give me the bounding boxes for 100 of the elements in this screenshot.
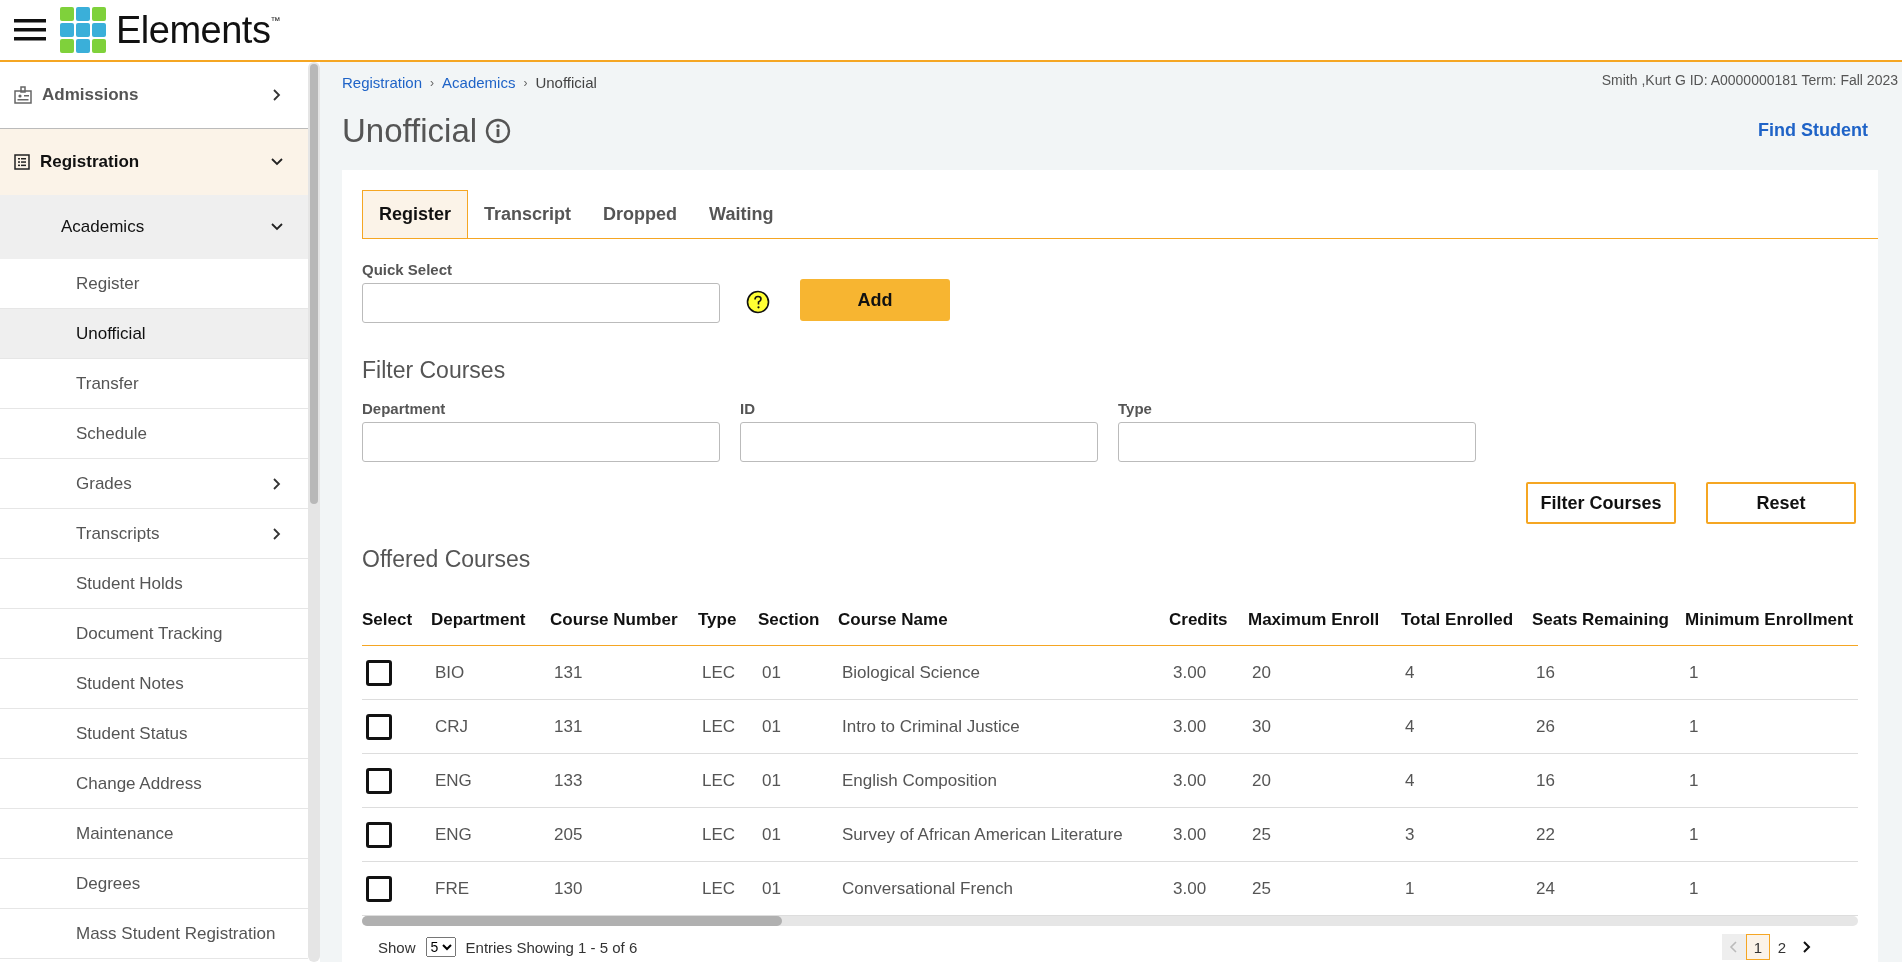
checkbox[interactable] [366,659,392,686]
table-cell-text: 3.00 [1172,770,1208,791]
table-cell-text: 4 [1404,770,1416,791]
column-header: Select [362,610,414,630]
filter-field[interactable] [1118,422,1476,462]
sidebar-group[interactable]: Academics [0,195,308,259]
find-student-link[interactable]: Find Student [1758,120,1868,142]
table-cell-text: 01 [761,824,782,845]
table-cell-text: LEC [701,716,737,737]
table-cell-text: LEC [701,770,737,791]
section-title: Filter Courses [362,357,507,384]
table-cell-text: 01 [761,770,782,791]
table-cell-text: 1 [1688,770,1700,791]
breadcrumb-current: Unofficial [535,74,597,92]
table-cell-text: 131 [553,662,584,683]
filter-button[interactable]: Reset [1706,482,1856,524]
breadcrumb-link[interactable]: Academics [442,74,516,92]
table-cell-text: Biological Science [841,662,981,683]
breadcrumb-separator: › [430,75,435,90]
field-label: Department [362,400,447,417]
page-size-select[interactable]: 5 [425,937,456,957]
table-cell-text: 4 [1404,662,1416,683]
page-button[interactable]: 1 [1746,934,1770,960]
table-cell-text: 20 [1251,770,1272,791]
table-cell-text: 3 [1404,824,1416,845]
table-cell-text: CRJ [434,716,470,737]
horizontal-scrollbar[interactable] [362,916,1858,926]
table-cell-text: 30 [1251,716,1272,737]
table-cell-text: 1 [1688,878,1700,899]
tab[interactable]: Dropped [587,190,694,238]
table-cell-text: Survey of African American Literature [841,824,1124,845]
sidebar-item[interactable]: Unofficial [0,309,308,359]
column-header: Maximum Enroll [1248,610,1381,630]
table-cell-text: FRE [434,878,470,899]
table-cell-text: 16 [1535,662,1556,683]
table-cell-text: 1 [1688,662,1700,683]
table-cell-text: LEC [701,878,737,899]
table-cell-text: 133 [553,770,584,791]
column-header: Course Name [838,610,949,630]
filter-field[interactable] [740,422,1098,462]
logo-grid-icon [60,7,106,53]
table-cell-text: 3.00 [1172,716,1208,737]
table-cell-text: 1 [1688,824,1700,845]
table-cell-text: 01 [761,662,782,683]
table-cell-text: 1 [1688,716,1700,737]
show-label: Show [378,938,416,956]
menu-icon[interactable] [14,18,46,42]
info-icon[interactable] [485,117,512,144]
table-cell-text: Conversational French [841,878,1015,899]
help-icon[interactable] [746,290,770,314]
column-header: Department [431,610,527,630]
table-cell-text: 4 [1404,716,1416,737]
table-cell-text: 22 [1535,824,1556,845]
table-cell-text: BIO [434,662,466,683]
filter-field[interactable] [362,422,720,462]
table-cell-text: 131 [553,716,584,737]
table-cell-text: ENG [434,824,473,845]
table-cell-text: English Composition [841,770,998,791]
field-label: ID [740,400,756,417]
table-cell-text: 01 [761,716,782,737]
table-cell-text: ENG [434,770,473,791]
breadcrumb-link[interactable]: Registration [342,74,423,92]
table-cell-text: 25 [1251,824,1272,845]
chevron-right-icon [1801,940,1811,954]
table-cell-text: 25 [1251,878,1272,899]
checkbox[interactable] [366,713,392,740]
checkbox[interactable] [366,821,392,848]
page-title: Unofficial [342,111,478,150]
filter-button[interactable]: Filter Courses [1526,482,1676,524]
list-icon [14,154,30,170]
table-cell-text: 130 [553,878,584,899]
field-label: Quick Select [362,261,454,278]
table-cell-text: LEC [701,824,737,845]
sidebar-scrollbar[interactable] [308,62,320,962]
id-card-icon [14,86,32,104]
page-button[interactable]: 2 [1770,934,1794,960]
table-cell-text: LEC [701,662,737,683]
tab[interactable]: Register [362,190,469,238]
table-cell-text: 3.00 [1172,878,1208,899]
checkbox[interactable] [366,767,392,794]
checkbox[interactable] [366,875,392,902]
tab[interactable]: Transcript [468,190,588,238]
table-cell-text: 24 [1535,878,1556,899]
field-label: Type [1118,400,1153,417]
tab[interactable]: Waiting [693,190,790,238]
student-info: Smith ,Kurt G ID: A0000000181 Term: Fall 2023 [1601,72,1898,90]
column-header: Seats Remaining [1532,610,1670,630]
table-cell-text: 205 [553,824,584,845]
table-cell-text: 3.00 [1172,824,1208,845]
quick-select-field[interactable] [362,283,720,323]
sidebar-item[interactable]: Registration [0,129,308,195]
add-button[interactable]: Add [800,279,950,321]
table-cell-text: 1 [1404,878,1416,899]
chevron-left-icon [1729,940,1739,954]
section-title: Offered Courses [362,546,532,573]
table-cell-text: 20 [1251,662,1272,683]
table-cell-text: 01 [761,878,782,899]
column-header: Type [698,610,738,630]
column-header: Minimum Enrollment [1685,610,1855,630]
column-header: Credits [1169,610,1229,630]
